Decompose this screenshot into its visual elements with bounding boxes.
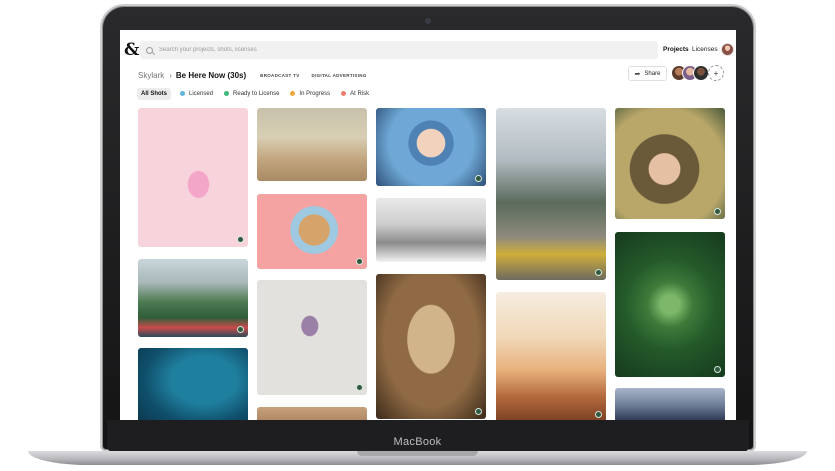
shot-thumbnail-canyon-sign[interactable]	[496, 292, 606, 420]
filter-bar: All Shots Licensed Ready to License In P…	[137, 87, 380, 100]
breadcrumb-chevron-icon: ›	[169, 70, 172, 80]
share-button[interactable]: ➦ Share	[628, 66, 667, 81]
nav-projects[interactable]: Projects	[663, 46, 689, 53]
user-avatar[interactable]	[721, 43, 734, 56]
filter-in-progress[interactable]: In Progress	[290, 91, 330, 97]
ready-badge-icon	[356, 258, 363, 265]
shot-thumbnail-city-street[interactable]	[496, 108, 606, 280]
page-title: Be Here Now (30s)	[175, 70, 247, 80]
ready-badge-icon	[237, 326, 244, 333]
ready-badge-icon	[356, 384, 363, 391]
shot-thumbnail-ocean[interactable]	[138, 348, 248, 420]
shot-thumbnail-smiling-woman[interactable]	[615, 108, 725, 219]
at-risk-dot-icon	[341, 91, 347, 96]
filter-all-shots[interactable]: All Shots	[137, 87, 172, 100]
in-progress-dot-icon	[290, 91, 296, 96]
shot-thumbnail-forest-aerial[interactable]	[615, 232, 725, 377]
camera-icon	[425, 18, 431, 24]
ready-dot-icon	[224, 91, 230, 96]
tag-digital-advertising: DIGITAL ADVERTISING	[311, 72, 367, 78]
filter-ready-to-license[interactable]: Ready to License	[224, 91, 279, 97]
ready-badge-icon	[595, 269, 602, 276]
top-bar: & Projects Licenses	[120, 30, 736, 70]
filter-label: Ready to License	[233, 90, 280, 97]
filter-label: Licensed	[189, 90, 214, 97]
search-icon	[146, 46, 153, 54]
tag-broadcast-tv: BROADCAST TV	[260, 72, 300, 78]
shot-thumbnail-skatepark[interactable]	[376, 198, 486, 262]
ready-badge-icon	[237, 236, 244, 243]
shot-thumbnail-baby[interactable]	[376, 108, 486, 186]
filter-licensed[interactable]: Licensed	[180, 91, 213, 97]
ready-badge-icon	[714, 208, 721, 215]
share-arrow-icon: ➦	[634, 70, 641, 78]
app-screen: & Projects Licenses Skylark › Be Here No…	[120, 30, 736, 420]
collaborator-avatar[interactable]	[693, 65, 709, 81]
nav-licenses[interactable]: Licenses	[692, 46, 718, 53]
licensed-dot-icon	[180, 91, 186, 96]
search-bar[interactable]	[140, 41, 658, 59]
breadcrumb-project[interactable]: Skylark	[138, 71, 164, 80]
shot-thumbnail-mountains[interactable]	[615, 388, 725, 420]
filter-label: In Progress	[299, 90, 331, 97]
shot-thumbnail-frisbee[interactable]	[257, 108, 367, 181]
shot-thumbnail-dog[interactable]	[376, 274, 486, 419]
shot-thumbnail-coastal-cliffs[interactable]	[138, 259, 248, 337]
shot-thumbnail-wood[interactable]	[257, 407, 367, 420]
device-brand: MacBook	[393, 436, 442, 448]
shot-thumbnail-cereal[interactable]	[257, 194, 367, 269]
breadcrumb: Skylark › Be Here Now (30s) BROADCAST TV…	[138, 69, 379, 81]
app-logo[interactable]: &	[124, 40, 139, 60]
laptop-notch	[357, 451, 478, 456]
search-input[interactable]	[159, 47, 639, 53]
ready-badge-icon	[714, 366, 721, 373]
filter-label: At Risk	[350, 90, 370, 97]
ready-badge-icon	[595, 411, 602, 418]
filter-at-risk[interactable]: At Risk	[341, 91, 369, 97]
share-label: Share	[644, 70, 661, 77]
add-person-icon[interactable]: +	[708, 65, 724, 81]
shot-thumbnail-breakdancer[interactable]	[138, 108, 248, 247]
ready-badge-icon	[475, 408, 482, 415]
ready-badge-icon	[475, 175, 482, 182]
shot-thumbnail-ice-cream[interactable]	[257, 280, 367, 395]
